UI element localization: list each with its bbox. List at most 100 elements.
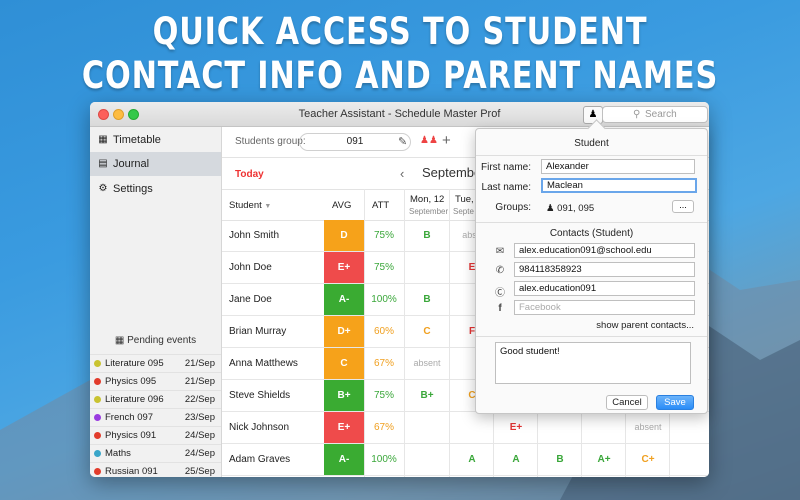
event-name: French 097	[105, 412, 154, 423]
edit-icon[interactable]: ✎	[398, 135, 407, 148]
student-name[interactable]: Brian Murray	[229, 316, 286, 347]
student-column-header[interactable]: Student ▼	[229, 200, 271, 211]
title-bar: Teacher Assistant - Schedule Master Prof…	[90, 102, 709, 127]
student-name[interactable]: Anna Matthews	[229, 348, 298, 379]
save-button[interactable]: Save	[656, 395, 694, 410]
pending-event-item[interactable]: Physics 095 21/Sep	[90, 372, 221, 390]
grade-cell[interactable]	[405, 252, 449, 283]
show-parent-contacts-link[interactable]: show parent contacts...	[596, 320, 694, 331]
groups-label: Groups:	[495, 202, 531, 213]
search-field[interactable]: ⚲ Search	[602, 106, 708, 123]
date-column-month: September	[409, 207, 449, 216]
sidebar: ▦ Timetable ▤ Journal ⚙ Settings ▦ Pendi…	[90, 127, 222, 477]
pending-event-item[interactable]: Maths 24/Sep	[90, 444, 221, 462]
att-column-header: ATT	[372, 200, 390, 211]
calendar-icon: ▦	[98, 134, 108, 145]
skype-field[interactable]: alex.education091	[514, 281, 695, 296]
grade-cell[interactable]: B	[405, 220, 449, 251]
skype-icon: Ⓒ	[495, 288, 505, 299]
grade-cell[interactable]	[405, 412, 449, 443]
groups-value: ♟ 091, 095	[546, 203, 595, 214]
add-icon[interactable]: +	[442, 132, 451, 149]
pending-event-item[interactable]: French 097 23/Sep	[90, 408, 221, 426]
event-name: Literature 095	[105, 358, 164, 369]
grade-cell[interactable]: A	[494, 444, 538, 475]
grade-cell[interactable]: A+	[582, 444, 626, 475]
table-row[interactable]: Nick Johnson E+ 67% E+ absent	[222, 412, 709, 444]
grade-cell[interactable]	[405, 444, 449, 475]
edit-groups-button[interactable]: ...	[672, 200, 694, 213]
attendance-value: 100%	[371, 294, 397, 305]
grade-cell[interactable]	[450, 412, 494, 443]
marketing-headline: QUICK ACCESS TO STUDENT CONTACT INFO AND…	[72, 10, 728, 98]
gear-icon: ⚙	[98, 183, 108, 194]
contacts-title: Contacts (Student)	[549, 228, 634, 239]
first-name-field[interactable]: Alexander	[541, 159, 695, 174]
journal-icon: ▤	[98, 158, 108, 169]
grade-cell[interactable]: B	[538, 444, 582, 475]
note-textarea[interactable]: Good student!	[495, 342, 691, 384]
grade-cell[interactable]: B+	[405, 380, 449, 411]
popover-title: Student	[574, 138, 609, 149]
facebook-field[interactable]: Facebook	[514, 300, 695, 315]
student-name[interactable]: John Doe	[229, 252, 272, 283]
grade-cell[interactable]: C+	[626, 444, 670, 475]
grade-cell[interactable]: absent	[626, 412, 670, 443]
avg-grade-badge: E+	[324, 412, 364, 443]
pending-event-item[interactable]: Physics 091 24/Sep	[90, 426, 221, 444]
calendar-icon: ▦	[114, 335, 125, 346]
student-name[interactable]: Jane Doe	[229, 284, 272, 315]
grade-cell[interactable]: absent	[405, 348, 449, 379]
avg-grade-badge: A-	[324, 284, 364, 315]
avg-grade-badge: A-	[324, 444, 364, 475]
grade-cell[interactable]: B	[405, 284, 449, 315]
grade-cell[interactable]: C	[405, 316, 449, 347]
event-date: 23/Sep	[184, 412, 215, 423]
today-button[interactable]: Today	[235, 169, 264, 180]
event-date: 24/Sep	[184, 430, 215, 441]
event-color-dot	[94, 468, 101, 475]
email-field[interactable]: alex.education091@school.edu	[514, 243, 695, 258]
attendance-value: 60%	[373, 326, 394, 337]
search-icon: ⚲	[633, 109, 641, 120]
student-name[interactable]: Adam Graves	[229, 444, 290, 475]
event-color-dot	[94, 378, 101, 385]
event-name: Physics 091	[105, 430, 157, 441]
group-selector[interactable]: 091	[299, 133, 411, 151]
student-name[interactable]: John Smith	[229, 220, 279, 251]
people-icon[interactable]: ♟♟	[420, 135, 438, 146]
last-name-field[interactable]: Maclean	[541, 178, 697, 193]
grade-cell[interactable]: A	[450, 444, 494, 475]
sidebar-item-label: Timetable	[113, 134, 161, 146]
search-placeholder: Search	[645, 109, 677, 120]
event-date: 21/Sep	[184, 358, 215, 369]
sidebar-item-settings[interactable]: ⚙ Settings	[90, 177, 221, 201]
grade-cell[interactable]: E+	[494, 412, 538, 443]
avg-grade-badge: D	[324, 220, 364, 251]
date-column-month: Septe	[453, 207, 474, 216]
sidebar-item-journal[interactable]: ▤ Journal	[90, 152, 221, 176]
date-column-header[interactable]: Mon, 12	[410, 194, 444, 205]
pending-event-item[interactable]: Russian 091 25/Sep	[90, 462, 221, 477]
phone-field[interactable]: 984118358923	[514, 262, 695, 277]
attendance-value: 100%	[371, 454, 397, 465]
grade-cell[interactable]	[538, 412, 582, 443]
student-name[interactable]: Steve Shields	[229, 380, 290, 411]
pending-event-item[interactable]: Literature 095 21/Sep	[90, 354, 221, 372]
avg-grade-badge: D+	[324, 316, 364, 347]
last-name-label: Last name:	[481, 182, 531, 193]
sidebar-item-label: Settings	[113, 183, 153, 195]
prev-week-button[interactable]: ‹	[400, 166, 404, 181]
sidebar-item-timetable[interactable]: ▦ Timetable	[90, 128, 221, 152]
attendance-value: 75%	[373, 390, 394, 401]
student-name[interactable]: Nick Johnson	[229, 412, 289, 443]
grade-cell[interactable]	[582, 412, 626, 443]
people-icon: ♟	[546, 203, 555, 214]
phone-icon: ✆	[495, 265, 505, 276]
event-color-dot	[94, 432, 101, 439]
cancel-button[interactable]: Cancel	[606, 395, 648, 410]
avg-grade-badge: C	[324, 348, 364, 379]
attendance-value: 75%	[373, 262, 394, 273]
pending-event-item[interactable]: Literature 096 22/Sep	[90, 390, 221, 408]
table-row[interactable]: Adam Graves A- 100% A A B A+ C+	[222, 444, 709, 476]
